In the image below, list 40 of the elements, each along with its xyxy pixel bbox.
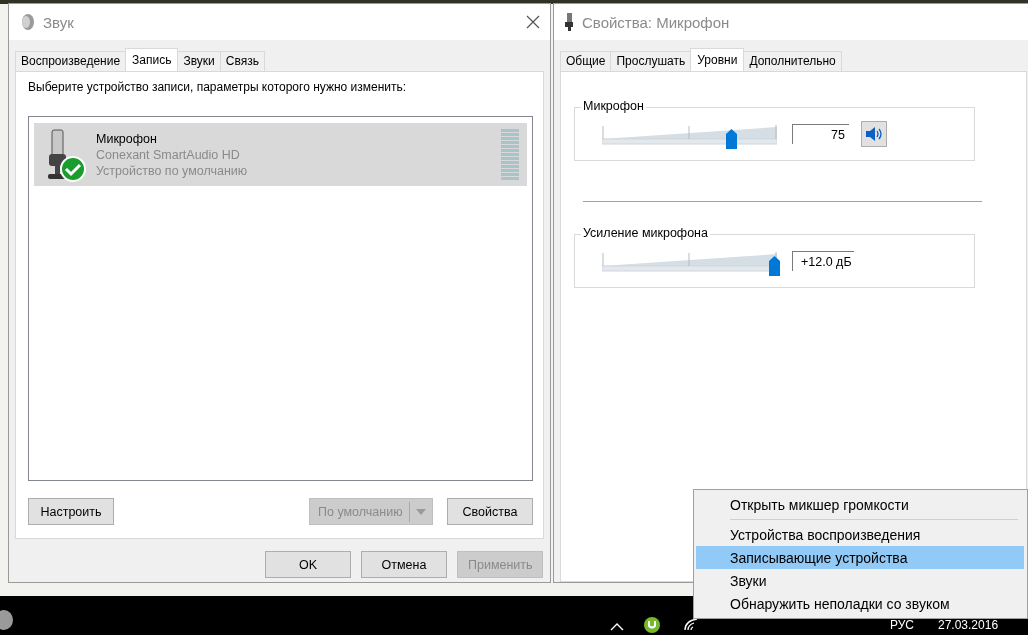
slider-thumb[interactable]	[769, 256, 780, 276]
menu-item[interactable]: Устройства воспроизведения	[696, 523, 1024, 546]
menu-item[interactable]: Обнаружить неполадки со звуком	[696, 592, 1024, 615]
level-meter-icon	[501, 128, 519, 181]
device-status: Устройство по умолчанию	[96, 163, 248, 178]
device-name: Микрофон	[96, 131, 158, 146]
caret-icon	[415, 508, 426, 515]
group-label: Микрофон	[581, 99, 646, 113]
slider-thumb[interactable]	[726, 129, 737, 149]
tab[interactable]: Уровни	[690, 48, 745, 72]
tab[interactable]: Дополнительно	[743, 51, 842, 71]
tab[interactable]: Запись	[125, 48, 179, 72]
menu-item[interactable]: Записывающие устройства	[696, 546, 1024, 569]
button[interactable]: Свойства	[447, 498, 533, 525]
tab[interactable]: Общие	[560, 51, 612, 71]
menu-item[interactable]: Открыть микшер громкости	[696, 493, 1024, 516]
close-icon[interactable]	[526, 15, 540, 29]
instruction-text: Выберите устройство записи, параметры которого нужно изменить:	[28, 80, 407, 94]
microphone-icon	[564, 12, 574, 32]
value-field[interactable]: 75	[792, 124, 849, 144]
wifi-icon[interactable]	[683, 617, 699, 631]
device-item[interactable]: Микрофон Conexant SmartAudio HD Устройство по умолчанию	[34, 123, 527, 186]
dialog-button[interactable]: OK	[265, 551, 351, 578]
tab[interactable]: Связь	[219, 51, 265, 71]
device-driver: Conexant SmartAudio HD	[96, 147, 241, 162]
chevron-up-icon[interactable]	[610, 623, 624, 631]
language-indicator[interactable]: РУС	[890, 619, 915, 632]
tab[interactable]: Прослушать	[610, 51, 692, 71]
group-label: Усиление микрофона	[581, 226, 710, 240]
tab[interactable]: Звуки	[177, 51, 221, 71]
torrent-icon[interactable]	[644, 617, 660, 633]
tab[interactable]: Воспроизведение	[15, 51, 127, 71]
value-field[interactable]: +12.0 дБ	[792, 251, 854, 271]
speaker-button[interactable]	[861, 121, 887, 147]
window-title: Свойства: Микрофон	[582, 13, 730, 31]
button[interactable]: Настроить	[28, 498, 114, 525]
window-title: Звук	[43, 13, 74, 31]
taskbar-date[interactable]: 27.03.2016	[938, 619, 999, 632]
menu-item[interactable]: Звуки	[696, 569, 1024, 592]
dialog-button[interactable]: Отмена	[361, 551, 447, 578]
